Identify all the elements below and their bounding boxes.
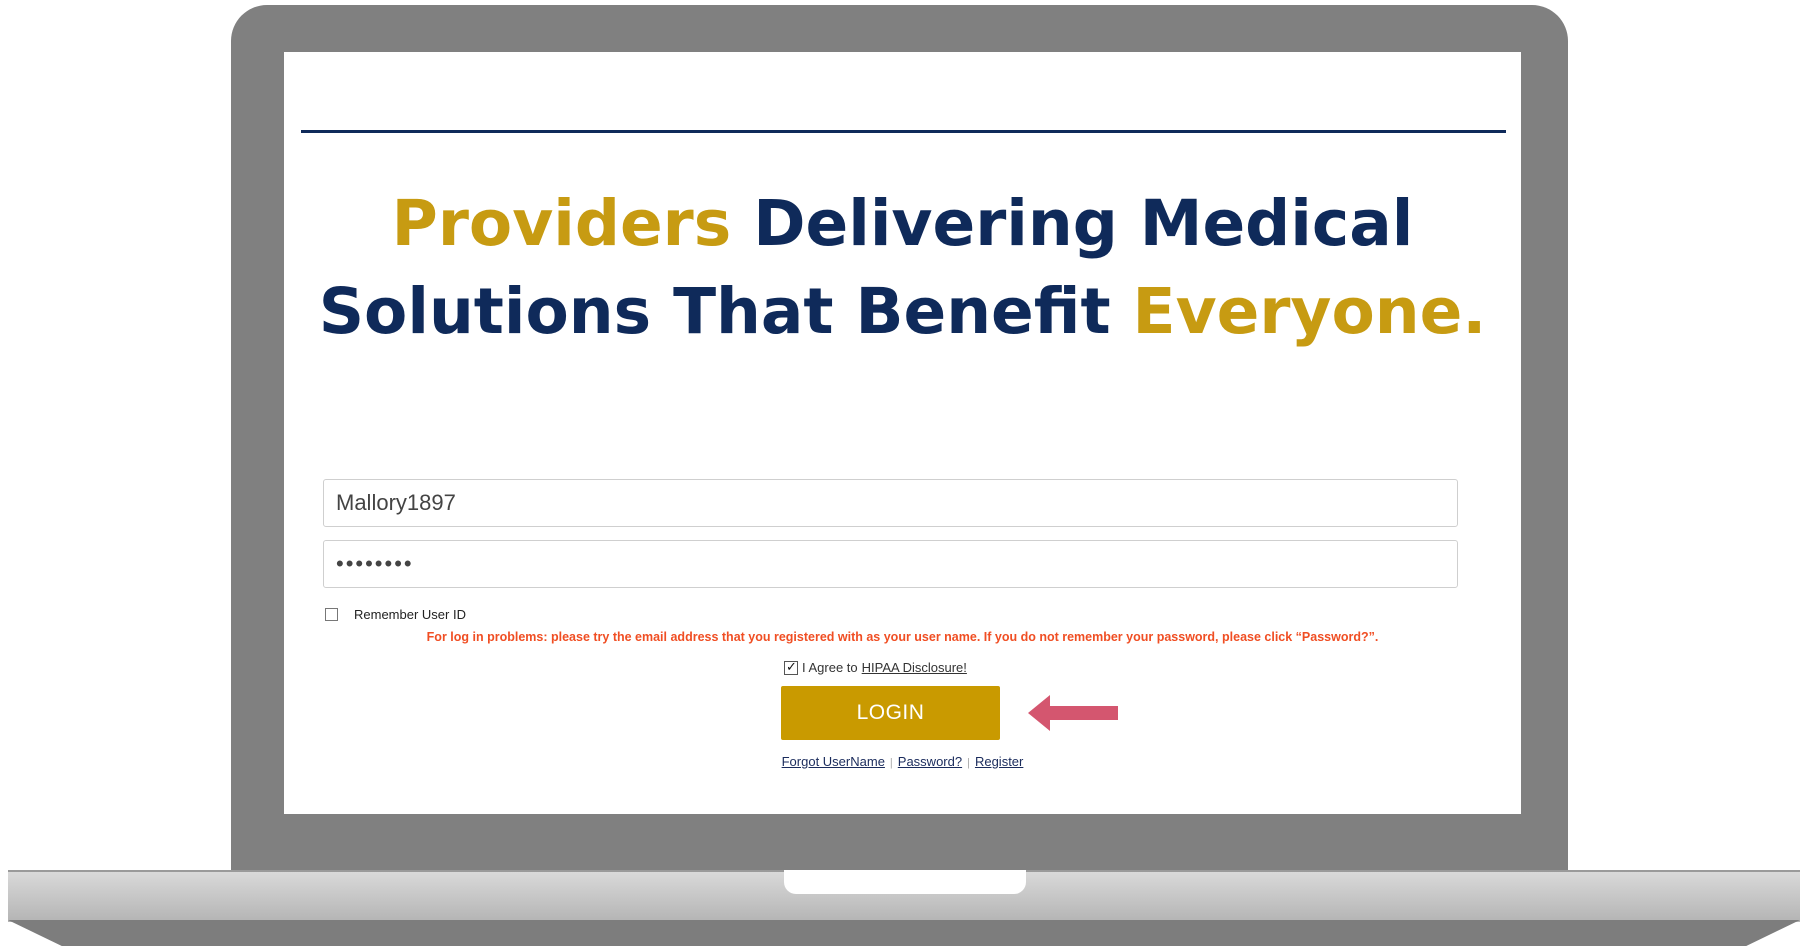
headline-gold-word-2: Everyone. xyxy=(1132,275,1487,348)
register-link[interactable]: Register xyxy=(975,754,1023,769)
laptop-base-bottom xyxy=(8,920,1800,946)
username-input[interactable] xyxy=(323,479,1458,527)
laptop-screen: Providers Delivering Medical Solutions T… xyxy=(284,52,1521,814)
page-headline: Providers Delivering Medical Solutions T… xyxy=(284,180,1521,356)
hipaa-agree-checkbox[interactable] xyxy=(784,659,798,675)
login-problems-notice: For log in problems: please try the emai… xyxy=(426,630,1379,644)
remember-user-checkbox[interactable] xyxy=(325,608,338,621)
footer-links: Forgot UserName | Password? | Register xyxy=(284,754,1521,769)
link-separator: | xyxy=(889,757,893,769)
link-separator: | xyxy=(967,757,970,769)
login-button[interactable]: LOGIN xyxy=(781,686,1000,740)
laptop-notch xyxy=(784,870,1026,894)
headline-navy-text: Delivering Medical xyxy=(731,187,1414,260)
forgot-username-link[interactable]: Forgot UserName xyxy=(782,754,885,769)
hipaa-disclosure-link[interactable]: HIPAA Disclosure! xyxy=(862,660,967,675)
forgot-password-link[interactable]: Password? xyxy=(898,754,962,769)
headline-line-1: Providers Delivering Medical xyxy=(284,180,1521,268)
header-divider xyxy=(301,130,1506,133)
password-input[interactable] xyxy=(323,540,1458,588)
pointer-arrow-icon xyxy=(1028,695,1118,731)
headline-line-2: Solutions That Benefit Everyone. xyxy=(284,268,1521,356)
headline-gold-word: Providers xyxy=(391,187,732,260)
hipaa-agree-label: I Agree to xyxy=(802,660,858,675)
hipaa-agree-row: I Agree to HIPAA Disclosure! xyxy=(784,659,967,675)
remember-user-label: Remember User ID xyxy=(354,607,466,622)
headline-navy-text-2: Solutions That Benefit xyxy=(318,275,1133,348)
remember-user-row: Remember User ID xyxy=(325,607,466,622)
